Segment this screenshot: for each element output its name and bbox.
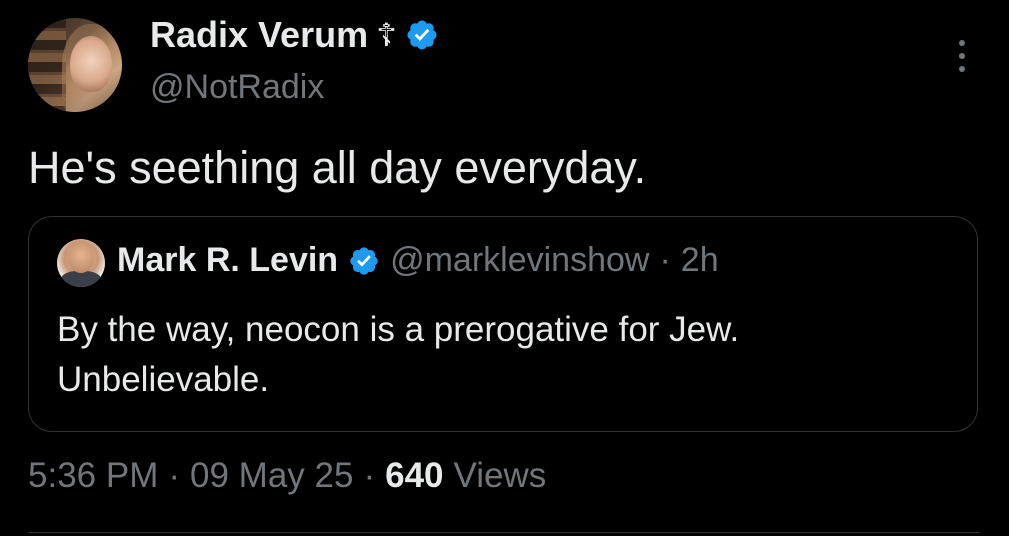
avatar-bookshelf	[28, 18, 66, 112]
avatar-face	[70, 36, 112, 92]
meta-separator: ·	[363, 456, 376, 495]
more-options-icon[interactable]	[954, 40, 970, 72]
quoted-header: Mark R. Levin @marklevinshow · 2h	[117, 241, 719, 280]
author-name-row[interactable]: Radix Verum ☦	[150, 14, 439, 56]
author-handle[interactable]: @NotRadix	[150, 68, 324, 107]
author-avatar[interactable]	[28, 18, 122, 112]
quoted-text-line: By the way, neocon is a prerogative for …	[57, 310, 740, 349]
tweet-date[interactable]: 09 May 25	[190, 456, 353, 496]
quoted-tweet[interactable]: Mark R. Levin @marklevinshow · 2h By the…	[28, 216, 978, 432]
more-dot	[959, 66, 965, 72]
more-dot	[959, 40, 965, 46]
divider	[28, 532, 980, 533]
author-name-symbol: ☦	[376, 16, 397, 54]
quoted-timestamp[interactable]: 2h	[681, 241, 719, 280]
tweet-meta: 5:36 PM · 09 May 25 · 640 Views	[28, 456, 546, 496]
avatar-head	[68, 243, 94, 273]
quoted-author-avatar[interactable]	[57, 239, 105, 287]
quoted-text-line: Unbelievable.	[57, 360, 270, 399]
views-label[interactable]: Views	[454, 456, 547, 496]
avatar-suit	[61, 271, 101, 287]
views-count[interactable]: 640	[385, 456, 443, 496]
quoted-display-name[interactable]: Mark R. Levin	[117, 241, 338, 280]
more-dot	[959, 53, 965, 59]
tweet-text: He's seething all day everyday.	[28, 142, 647, 193]
meta-separator: ·	[168, 456, 181, 495]
author-display-name[interactable]: Radix Verum	[150, 14, 368, 56]
quoted-handle[interactable]: @marklevinshow	[390, 241, 649, 280]
quoted-text: By the way, neocon is a prerogative for …	[57, 305, 957, 405]
quoted-separator: ·	[659, 241, 671, 279]
verified-badge-icon	[350, 246, 378, 275]
verified-badge-icon	[407, 20, 437, 50]
tweet-time[interactable]: 5:36 PM	[28, 456, 158, 496]
tweet: Radix Verum ☦ @NotRadix He's seething al…	[0, 0, 1009, 536]
